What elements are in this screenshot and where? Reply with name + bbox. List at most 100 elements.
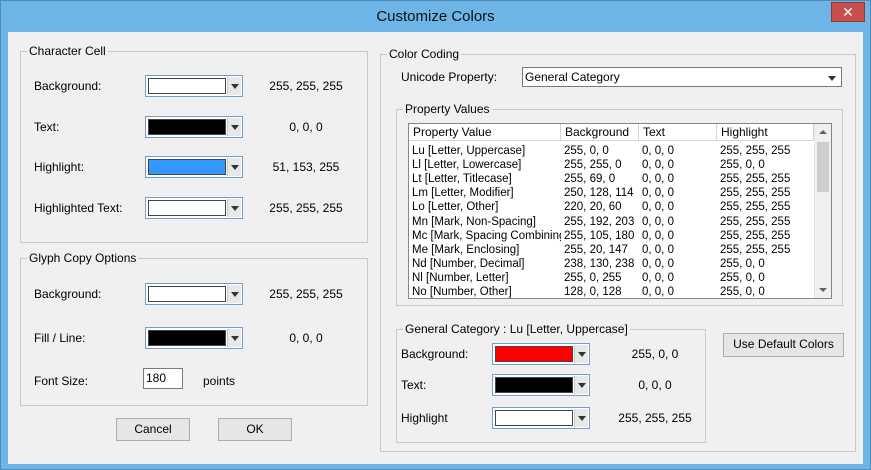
font-size-label: Font Size: <box>34 374 89 388</box>
color-row-label: Highlight: <box>34 160 85 174</box>
font-size-unit: points <box>203 374 236 388</box>
list-cell: Lu [Letter, Uppercase] <box>412 145 526 157</box>
use-default-colors-button[interactable]: Use Default Colors <box>723 333 844 357</box>
property-values-legend: Property Values <box>403 102 492 116</box>
color-rgb-value: 255, 255, 255 <box>269 287 343 301</box>
list-cell: Nd [Number, Decimal] <box>412 257 525 270</box>
color-coding-legend: Color Coding <box>387 47 462 61</box>
list-scrollbar[interactable] <box>814 124 831 298</box>
chevron-down-icon[interactable] <box>227 158 241 176</box>
glyph-copy-options-legend: Glyph Copy Options <box>27 251 139 265</box>
color-swatch <box>495 410 573 426</box>
color-row-label: Background: <box>401 347 469 361</box>
list-cell: Ll [Letter, Lowercase] <box>412 159 522 172</box>
chevron-down-icon[interactable] <box>227 329 241 347</box>
color-picker-combo[interactable] <box>145 327 243 349</box>
color-row-label: Text: <box>401 378 427 392</box>
list-cell: 255, 20, 147 <box>564 243 628 256</box>
scroll-down-icon[interactable] <box>819 288 827 292</box>
close-button[interactable]: ✕ <box>831 2 865 22</box>
color-rgb-value: 0, 0, 0 <box>289 331 323 345</box>
color-picker-combo[interactable] <box>492 343 590 365</box>
column-header-property-value[interactable]: Property Value <box>409 124 561 141</box>
list-cell: 255, 255, 255 <box>720 201 791 214</box>
color-row-label: Background: <box>34 287 102 301</box>
chevron-down-icon[interactable] <box>227 285 241 303</box>
list-cell: No [Number, Other] <box>412 286 512 298</box>
list-cell: Lo [Letter, Other] <box>412 201 499 214</box>
chevron-down-icon[interactable] <box>227 118 241 136</box>
chevron-down-icon[interactable] <box>574 409 588 427</box>
list-row[interactable]: No [Number, Other] 128, 0, 128 0, 0, 0 255,… <box>409 285 814 298</box>
list-cell: 0, 0, 0 <box>642 201 674 214</box>
list-row[interactable]: Mc [Mark, Spacing Combining] 255, 105, 18… <box>409 229 814 243</box>
list-row[interactable]: Lu [Letter, Uppercase] 255, 0, 0 0, 0, 0 25… <box>409 144 814 158</box>
list-row[interactable]: Ll [Letter, Lowercase] 255, 255, 0 0, 0, 0… <box>409 158 814 172</box>
color-swatch <box>495 346 573 362</box>
color-row-label: Highlighted Text: <box>34 201 123 215</box>
list-cell: 255, 255, 255 <box>720 229 791 242</box>
column-header-text[interactable]: Text <box>639 124 717 141</box>
list-cell: 255, 255, 255 <box>720 243 791 256</box>
color-picker-combo[interactable] <box>145 75 243 97</box>
color-row-label: Fill / Line: <box>34 331 86 345</box>
color-swatch <box>495 377 573 393</box>
list-cell: Mc [Mark, Spacing Combining] <box>412 229 561 242</box>
color-picker-combo[interactable] <box>492 374 590 396</box>
color-rgb-value: 255, 255, 255 <box>618 411 692 425</box>
scroll-up-icon[interactable] <box>819 130 827 134</box>
chevron-down-icon[interactable] <box>227 77 241 95</box>
color-picker-combo[interactable] <box>145 283 243 305</box>
list-cell: 0, 0, 0 <box>642 286 674 298</box>
color-swatch <box>148 119 226 135</box>
chevron-down-icon[interactable] <box>574 345 588 363</box>
general-category-legend: General Category : Lu [Letter, Uppercase… <box>403 322 630 336</box>
list-cell: 255, 0, 255 <box>564 271 622 284</box>
dialog-title: Customize Colors <box>376 8 495 25</box>
list-row[interactable]: Lo [Letter, Other] 220, 20, 60 0, 0, 0 255,… <box>409 200 814 214</box>
color-rgb-value: 0, 0, 0 <box>638 378 672 392</box>
list-cell: 220, 20, 60 <box>564 201 622 214</box>
list-cell: 0, 0, 0 <box>642 187 674 200</box>
list-row[interactable]: Lt [Letter, Titlecase] 255, 69, 0 0, 0, 0 2… <box>409 172 814 186</box>
color-picker-combo[interactable] <box>145 156 243 178</box>
color-picker-combo[interactable] <box>145 116 243 138</box>
list-cell: 255, 69, 0 <box>564 173 616 186</box>
list-cell: 0, 0, 0 <box>642 243 674 256</box>
column-header-highlight[interactable]: Highlight <box>717 124 814 141</box>
ok-button[interactable]: OK <box>218 418 292 441</box>
color-rgb-value: 51, 153, 255 <box>272 160 340 174</box>
list-row[interactable]: Me [Mark, Enclosing] 255, 20, 147 0, 0, 0 2… <box>409 243 814 257</box>
list-cell: 255, 105, 180 <box>564 229 635 242</box>
list-cell: 255, 192, 203 <box>564 215 635 228</box>
list-cell: Me [Mark, Enclosing] <box>412 243 520 256</box>
list-row[interactable]: Mn [Mark, Non-Spacing] 255, 192, 203 0, 0,… <box>409 215 814 229</box>
list-cell: 238, 130, 238 <box>564 257 635 270</box>
scroll-thumb[interactable] <box>817 142 829 192</box>
chevron-down-icon[interactable] <box>574 376 588 394</box>
color-row-label: Text: <box>34 120 60 134</box>
cancel-button[interactable]: Cancel <box>116 418 190 441</box>
unicode-property-label: Unicode Property: <box>401 70 498 84</box>
unicode-property-select[interactable]: General Category <box>522 67 842 87</box>
color-picker-combo[interactable] <box>145 197 243 219</box>
list-row[interactable]: Lm [Letter, Modifier] 250, 128, 114 0, 0, … <box>409 186 814 200</box>
color-swatch <box>148 286 226 302</box>
unicode-property-value: General Category <box>525 70 620 84</box>
list-cell: 255, 255, 255 <box>720 173 791 186</box>
property-values-list[interactable]: Property Value Background Text Highlight… <box>408 123 832 299</box>
list-cell: 0, 0, 0 <box>642 145 674 157</box>
column-header-background[interactable]: Background <box>561 124 639 141</box>
color-picker-combo[interactable] <box>492 407 590 429</box>
list-row[interactable]: Nd [Number, Decimal] 238, 130, 238 0, 0, 0… <box>409 257 814 271</box>
chevron-down-icon[interactable] <box>227 199 241 217</box>
color-rgb-value: 255, 0, 0 <box>631 347 679 361</box>
list-cell: 255, 0, 0 <box>720 159 765 172</box>
list-cell: 0, 0, 0 <box>642 173 674 186</box>
list-row[interactable]: Nl [Number, Letter] 255, 0, 255 0, 0, 0 255… <box>409 271 814 285</box>
font-size-input[interactable]: 180 <box>143 368 183 389</box>
list-cell: 0, 0, 0 <box>642 257 674 270</box>
list-cell: 255, 255, 255 <box>720 187 791 200</box>
chevron-down-icon[interactable] <box>825 69 840 85</box>
list-cell: Lm [Letter, Modifier] <box>412 187 514 200</box>
